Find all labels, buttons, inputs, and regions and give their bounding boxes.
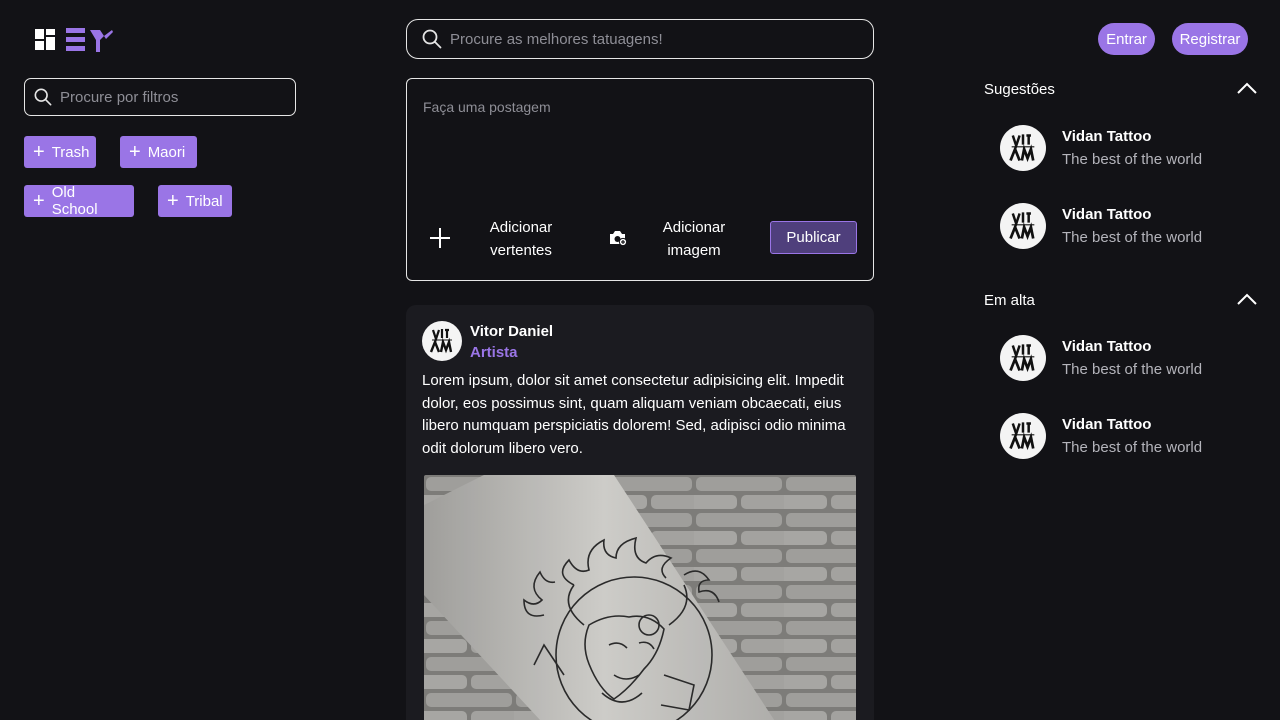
filter-tag-label: Tribal — [185, 192, 223, 210]
add-styles-button[interactable]: Adicionar vertentes — [461, 216, 581, 262]
plus-icon[interactable] — [429, 227, 451, 249]
post-author-role: Artista — [470, 344, 518, 361]
filter-tag-label: Old School — [51, 184, 98, 218]
filter-tag-maori[interactable]: + Maori — [120, 136, 197, 168]
artist-logo-icon — [1009, 422, 1035, 451]
login-button[interactable]: Entrar — [1098, 23, 1155, 55]
suggestions-title: Sugestões — [984, 81, 1055, 98]
avatar — [1000, 413, 1046, 459]
post-author[interactable]: Vitor Daniel — [470, 323, 553, 340]
trending-item[interactable]: Vidan Tattoo The best of the world — [1000, 335, 1260, 383]
filter-tag-label: Maori — [147, 143, 186, 161]
trending-description: The best of the world — [1062, 439, 1203, 456]
add-image-button[interactable]: Adicionar imagem — [634, 216, 754, 262]
filter-tag-tribal[interactable]: + Tribal — [158, 185, 232, 217]
post-card: Vitor Daniel Artista Lorem ipsum, dolor … — [406, 305, 874, 720]
register-button[interactable]: Registrar — [1172, 23, 1248, 55]
suggestion-name: Vidan Tattoo — [1062, 128, 1152, 145]
avatar — [1000, 335, 1046, 381]
trending-name: Vidan Tattoo — [1062, 416, 1152, 433]
filter-tag-old-school[interactable]: + Old School — [24, 184, 134, 218]
plus-icon: + — [167, 190, 179, 212]
artist-logo-icon — [1009, 344, 1035, 373]
artist-logo-icon — [1009, 134, 1035, 163]
app-logo[interactable] — [34, 27, 114, 53]
suggestion-description: The best of the world — [1062, 151, 1203, 168]
post-image[interactable] — [424, 475, 856, 720]
main-search-input[interactable]: Procure as melhores tatuagens! — [406, 19, 874, 59]
suggestion-description: The best of the world — [1062, 229, 1203, 246]
filter-tag-label: Trash — [51, 143, 90, 161]
chevron-up-icon[interactable] — [1237, 82, 1257, 94]
plus-icon: + — [129, 141, 141, 163]
app-page: Procure as melhores tatuagens! Entrar Re… — [0, 0, 1280, 720]
main-search-placeholder: Procure as melhores tatuagens! — [450, 30, 663, 48]
suggestion-name: Vidan Tattoo — [1062, 206, 1152, 223]
avatar — [1000, 203, 1046, 249]
composer-placeholder: Faça uma postagem — [423, 99, 551, 115]
tattoo-photo — [424, 475, 856, 720]
search-icon — [34, 88, 52, 106]
trending-title: Em alta — [984, 292, 1035, 309]
plus-icon: + — [33, 141, 45, 163]
add-image-icon[interactable] — [608, 229, 628, 247]
artist-logo-icon — [1009, 212, 1035, 241]
suggestion-item[interactable]: Vidan Tattoo The best of the world — [1000, 125, 1260, 173]
post-composer[interactable]: Faça uma postagem Adicionar vertentes Ad… — [406, 78, 874, 281]
avatar[interactable] — [422, 321, 462, 361]
trending-description: The best of the world — [1062, 361, 1203, 378]
trending-name: Vidan Tattoo — [1062, 338, 1152, 355]
filter-search-input[interactable]: Procure por filtros — [24, 78, 296, 116]
trending-item[interactable]: Vidan Tattoo The best of the world — [1000, 413, 1260, 461]
filter-search-placeholder: Procure por filtros — [60, 88, 179, 106]
avatar — [1000, 125, 1046, 171]
post-text: Lorem ipsum, dolor sit amet consectetur … — [422, 372, 846, 457]
plus-icon: + — [33, 190, 45, 212]
search-icon — [422, 29, 442, 49]
filter-tag-trash[interactable]: + Trash — [24, 136, 96, 168]
artist-logo-icon — [429, 328, 453, 354]
suggestion-item[interactable]: Vidan Tattoo The best of the world — [1000, 203, 1260, 251]
publish-button[interactable]: Publicar — [770, 221, 857, 254]
chevron-up-icon[interactable] — [1237, 293, 1257, 305]
